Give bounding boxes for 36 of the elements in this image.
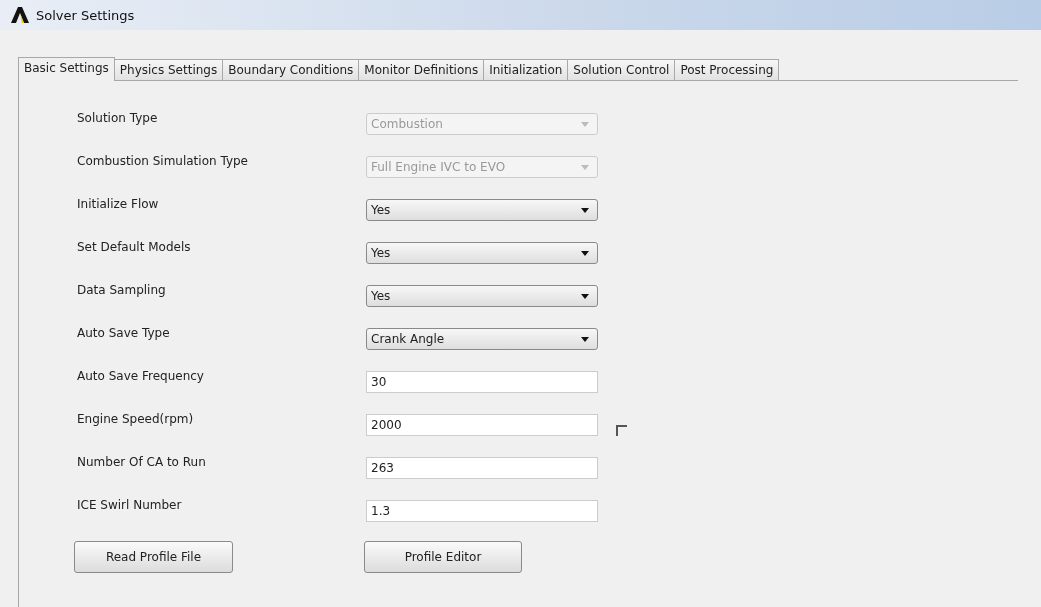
field-label: Combustion Simulation Type <box>77 154 249 168</box>
field-label: Initialize Flow <box>77 197 160 211</box>
input-field[interactable]: 2000 <box>366 414 598 436</box>
dropdown[interactable]: Yes <box>366 285 598 307</box>
caret-icon <box>581 250 589 256</box>
caret-icon <box>581 207 589 213</box>
field-label: Auto Save Frequency <box>77 369 205 383</box>
caret-icon <box>581 121 589 127</box>
checkbox[interactable] <box>616 424 627 436</box>
tab[interactable]: Monitor Definitions <box>358 59 485 80</box>
logo-icon <box>10 6 30 24</box>
tab[interactable]: Initialization <box>483 59 569 80</box>
field-label: Solution Type <box>77 111 159 125</box>
field-label: Set Default Models <box>77 240 192 254</box>
caret-icon <box>581 293 589 299</box>
field-label: ICE Swirl Number <box>77 498 183 512</box>
tab[interactable]: Physics Settings <box>113 59 224 80</box>
field-label: Auto Save Type <box>77 326 171 340</box>
tab[interactable]: Basic Settings <box>18 57 115 81</box>
caret-icon <box>581 336 589 342</box>
tab[interactable]: Boundary Conditions <box>222 59 360 80</box>
tab[interactable]: Solution Control <box>567 59 676 80</box>
dropdown[interactable]: Yes <box>366 242 598 264</box>
field-label: Number Of CA to Run <box>77 455 207 469</box>
caret-icon <box>581 164 589 170</box>
dropdown[interactable]: Crank Angle <box>366 328 598 350</box>
field-label: Data Sampling <box>77 283 167 297</box>
button[interactable]: Read Profile File <box>74 541 233 573</box>
tab[interactable]: Post Processing <box>674 59 780 80</box>
field-label: Engine Speed(rpm) <box>77 412 195 426</box>
dropdown[interactable]: Yes <box>366 199 598 221</box>
window-title: Solver Settings <box>36 7 135 23</box>
button[interactable]: Profile Editor <box>364 541 522 573</box>
input-field[interactable]: 263 <box>366 457 598 479</box>
input-field[interactable]: 1.3 <box>366 500 598 522</box>
input-field[interactable]: 30 <box>366 371 598 393</box>
